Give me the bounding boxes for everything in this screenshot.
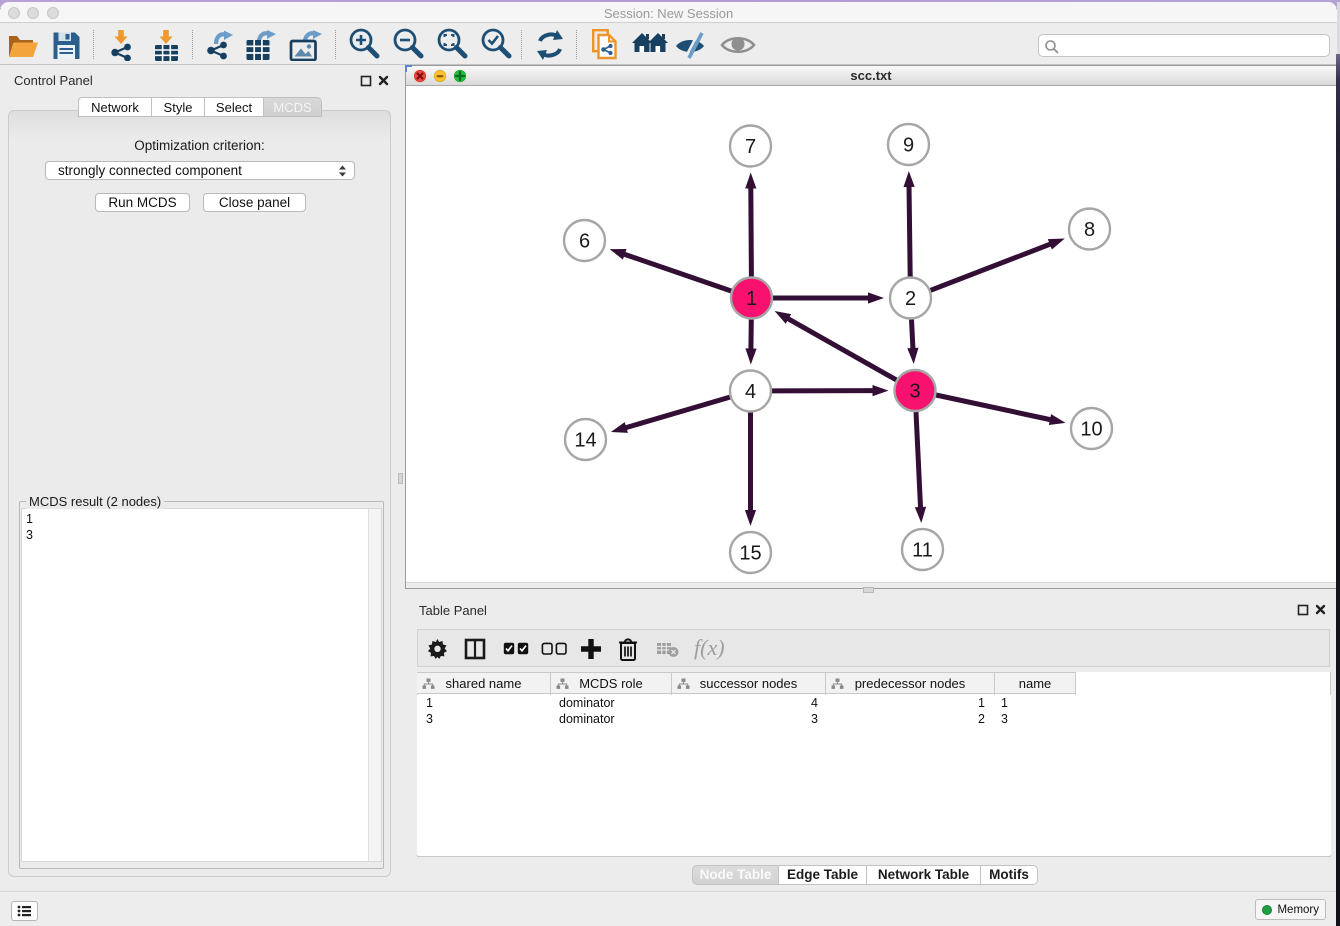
svg-text:14: 14 xyxy=(574,430,596,452)
svg-text:15: 15 xyxy=(739,543,761,565)
svg-text:8: 8 xyxy=(1084,219,1095,241)
svg-text:6: 6 xyxy=(579,231,590,253)
svg-text:9: 9 xyxy=(903,135,914,157)
svg-text:4: 4 xyxy=(745,381,756,403)
svg-text:2: 2 xyxy=(905,288,916,310)
svg-text:7: 7 xyxy=(745,136,756,158)
svg-text:10: 10 xyxy=(1080,419,1102,441)
svg-text:3: 3 xyxy=(909,381,920,403)
svg-text:11: 11 xyxy=(912,540,933,562)
svg-text:1: 1 xyxy=(746,288,757,310)
